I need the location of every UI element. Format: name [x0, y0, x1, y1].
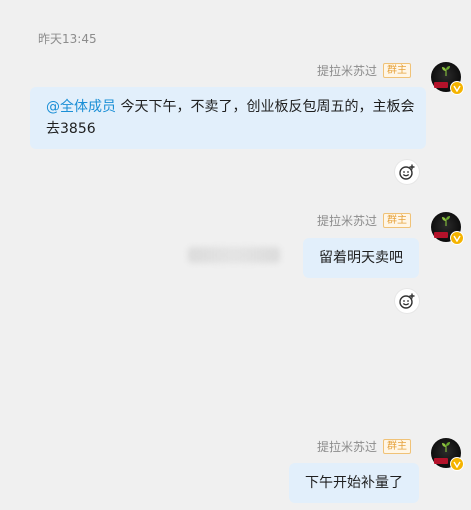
- role-badge: 群主: [383, 212, 411, 228]
- message-timestamp: 昨天13:45: [38, 32, 97, 46]
- verified-badge-icon: [450, 81, 464, 95]
- mention-all[interactable]: @全体成员: [46, 99, 116, 115]
- verified-badge-icon: [450, 231, 464, 245]
- sender-row: 提拉米苏过 群主: [317, 62, 411, 78]
- message-bubble[interactable]: 留着明天卖吧: [303, 238, 419, 278]
- message-bubble[interactable]: @全体成员 今天下午，不卖了，创业板反包周五的，主板会去3856: [30, 87, 426, 149]
- sender-row: 提拉米苏过 群主: [317, 438, 411, 454]
- avatar[interactable]: [431, 438, 464, 471]
- add-reaction-button[interactable]: [395, 289, 419, 313]
- verified-badge-icon: [450, 457, 464, 471]
- sprout-icon: [442, 216, 450, 226]
- add-emoji-icon: [399, 164, 415, 180]
- message-bubble[interactable]: 下午开始补量了: [289, 463, 419, 503]
- sender-row: 提拉米苏过 群主: [317, 212, 411, 228]
- avatar[interactable]: [431, 62, 464, 95]
- sender-name[interactable]: 提拉米苏过: [317, 438, 377, 455]
- avatar-decoration: [434, 458, 448, 464]
- avatar-decoration: [434, 232, 448, 238]
- sprout-icon: [442, 66, 450, 76]
- add-reaction-button[interactable]: [395, 160, 419, 184]
- role-badge: 群主: [383, 62, 411, 78]
- message-text: 下午开始补量了: [305, 475, 403, 491]
- message-text: 留着明天卖吧: [319, 250, 403, 266]
- sprout-icon: [442, 442, 450, 452]
- add-emoji-icon: [399, 293, 415, 309]
- blurred-content: [188, 247, 280, 263]
- sender-name[interactable]: 提拉米苏过: [317, 212, 377, 229]
- sender-name[interactable]: 提拉米苏过: [317, 62, 377, 79]
- avatar[interactable]: [431, 212, 464, 245]
- avatar-decoration: [434, 82, 448, 88]
- role-badge: 群主: [383, 438, 411, 454]
